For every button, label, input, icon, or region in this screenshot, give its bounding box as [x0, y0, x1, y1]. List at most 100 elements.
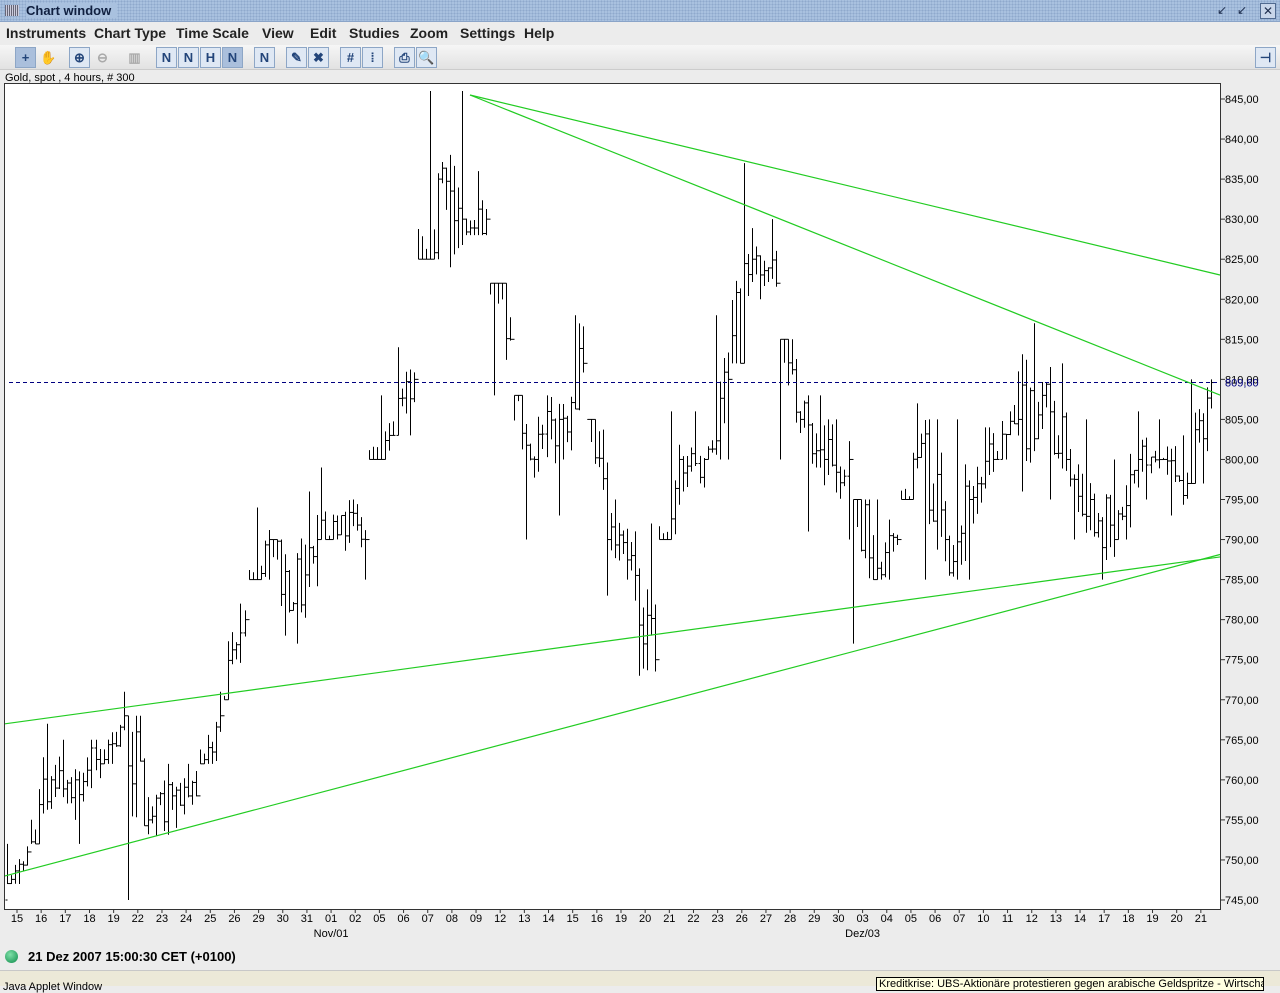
- trendline: [4, 553, 1221, 877]
- x-tick-label: 02: [349, 913, 361, 925]
- ohlc-bar: [569, 396, 574, 451]
- x-tick-label: 21: [1195, 913, 1207, 925]
- ohlc-bar: [790, 339, 795, 375]
- ohlc-bar: [335, 515, 340, 540]
- ohlc-bar: [355, 504, 360, 531]
- ohlc-bar: [432, 229, 437, 260]
- x-tick-label: 09: [470, 913, 482, 925]
- y-tick-label: 785,00: [1225, 575, 1259, 587]
- ohlc-bar: [1205, 387, 1210, 452]
- ohlc-bar: [629, 542, 634, 571]
- ohlc-bar: [41, 757, 46, 814]
- ohlc-bar: [448, 154, 453, 268]
- ohlc-bar: [130, 731, 135, 817]
- ohlc-bar: [1173, 446, 1178, 483]
- ohlc-bar: [271, 539, 276, 558]
- ohlc-bar: [243, 610, 248, 637]
- ohlc-bar: [492, 282, 497, 396]
- ohlc-bar: [818, 395, 823, 468]
- ohlc-bar: [323, 511, 328, 541]
- ohlc-bar: [967, 480, 972, 580]
- ohlc-bar: [802, 400, 807, 428]
- month-label: Nov/01: [314, 928, 349, 940]
- x-tick-label: 17: [59, 913, 71, 925]
- ohlc-bar: [158, 791, 163, 806]
- x-tick-label: 08: [446, 913, 458, 925]
- ohlc-bar: [806, 395, 811, 532]
- ohlc-bar: [871, 535, 876, 581]
- ohlc-bar: [218, 691, 223, 732]
- ohlc-bar: [536, 416, 541, 472]
- ohlc-bar: [1036, 401, 1041, 440]
- ohlc-bar: [9, 875, 14, 885]
- ohlc-bar: [1189, 379, 1194, 484]
- ohlc-bar: [428, 90, 433, 260]
- x-tick-label: 28: [784, 913, 796, 925]
- ohlc-bar: [391, 421, 396, 436]
- x-tick-label: 21: [663, 913, 675, 925]
- x-tick-label: 29: [808, 913, 820, 925]
- x-tick-label: 15: [11, 913, 23, 925]
- ohlc-bar: [923, 419, 928, 580]
- ohlc-bar: [524, 423, 529, 540]
- ohlc-bar: [875, 499, 880, 581]
- ohlc-bar: [1028, 387, 1033, 463]
- ohlc-bar: [605, 462, 610, 596]
- ohlc-bar: [1096, 513, 1101, 538]
- ohlc-bar: [315, 514, 320, 587]
- x-tick-label: 22: [132, 913, 144, 925]
- ohlc-bar: [746, 254, 751, 296]
- ohlc-bar: [25, 846, 30, 866]
- ohlc-bar: [166, 763, 171, 835]
- news-tooltip: Kreditkrise: UBS-Aktionäre protestieren …: [876, 977, 1264, 991]
- ohlc-bar: [987, 427, 992, 476]
- ohlc-bar: [722, 357, 727, 424]
- ohlc-bar: [681, 456, 686, 492]
- ohlc-bar: [436, 173, 441, 260]
- x-tick-label: 19: [615, 913, 627, 925]
- ohlc-bar: [939, 452, 944, 537]
- ohlc-bar: [295, 553, 300, 644]
- ohlc-bar: [545, 395, 550, 458]
- y-tick-label: 820,00: [1225, 294, 1259, 306]
- ohlc-bar: [979, 476, 984, 503]
- ohlc-bar: [549, 396, 554, 440]
- ohlc-bar: [673, 480, 678, 535]
- ohlc-bar: [1092, 493, 1097, 537]
- ohlc-bar: [601, 429, 606, 490]
- ohlc-bar: [677, 444, 682, 505]
- ohlc-bar: [577, 323, 582, 411]
- ohlc-bar: [726, 352, 731, 460]
- ohlc-bar: [637, 568, 642, 676]
- ohlc-bar: [500, 282, 505, 300]
- y-tick-label: 760,00: [1225, 775, 1259, 787]
- ohlc-bar: [641, 607, 646, 669]
- ohlc-bar: [557, 403, 562, 516]
- ohlc-bar: [947, 535, 952, 576]
- ohlc-bar: [1064, 412, 1069, 471]
- x-tick-label: 17: [1098, 913, 1110, 925]
- ohlc-bar: [375, 447, 380, 460]
- ohlc-bar: [114, 731, 119, 747]
- ohlc-bar: [456, 187, 461, 249]
- ohlc-bar: [907, 496, 912, 500]
- x-tick-label: 06: [397, 913, 409, 925]
- ohlc-bar: [758, 255, 763, 300]
- ohlc-bar: [879, 561, 884, 580]
- ohlc-bar: [931, 483, 936, 522]
- ohlc-bar: [855, 499, 860, 528]
- last-price-label: 809,60: [1225, 378, 1259, 390]
- ohlc-bar: [532, 456, 537, 478]
- ohlc-bar: [420, 236, 425, 260]
- ohlc-bar: [359, 517, 364, 548]
- x-tick-label: 19: [1146, 913, 1158, 925]
- ohlc-bar: [210, 741, 215, 764]
- ohlc-bar: [710, 440, 715, 453]
- ohlc-bar: [347, 500, 352, 543]
- ohlc-bar: [319, 467, 324, 541]
- ohlc-bar: [1132, 469, 1137, 484]
- ohlc-bar: [814, 433, 819, 468]
- ohlc-bar: [593, 418, 598, 464]
- ohlc-bar: [303, 544, 308, 618]
- x-tick-label: 05: [905, 913, 917, 925]
